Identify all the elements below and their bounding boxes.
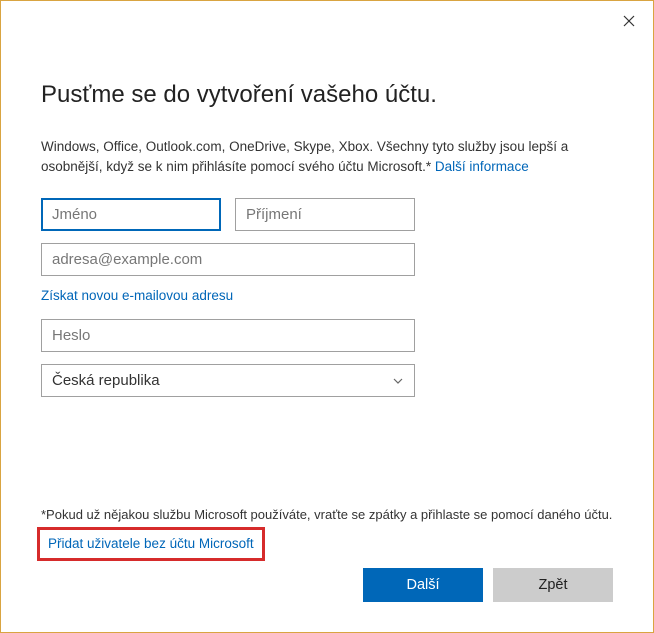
intro-text: Windows, Office, Outlook.com, OneDrive, … [41, 137, 613, 176]
get-new-email-link[interactable]: Získat novou e-mailovou adresu [41, 288, 233, 303]
country-select[interactable]: Česká republika [41, 364, 415, 397]
country-value: Česká republika [52, 372, 160, 389]
button-row: Další Zpět [363, 568, 613, 602]
highlight-annotation: Přidat uživatele bez účtu Microsoft [37, 527, 265, 561]
close-icon [623, 15, 635, 27]
first-name-input[interactable] [41, 198, 221, 231]
chevron-down-icon [392, 375, 404, 387]
close-button[interactable] [617, 9, 641, 33]
footnote-text: *Pokud už nějakou službu Microsoft použí… [41, 506, 613, 524]
page-title: Pusťme se do vytvoření vašeho účtu. [41, 81, 613, 109]
back-button[interactable]: Zpět [493, 568, 613, 602]
email-input[interactable] [41, 243, 415, 276]
last-name-input[interactable] [235, 198, 415, 231]
password-input[interactable] [41, 319, 415, 352]
add-user-without-ms-link[interactable]: Přidat uživatele bez účtu Microsoft [48, 536, 254, 551]
next-button[interactable]: Další [363, 568, 483, 602]
more-info-link[interactable]: Další informace [435, 159, 529, 174]
dialog-content: Pusťme se do vytvoření vašeho účtu. Wind… [1, 1, 653, 397]
